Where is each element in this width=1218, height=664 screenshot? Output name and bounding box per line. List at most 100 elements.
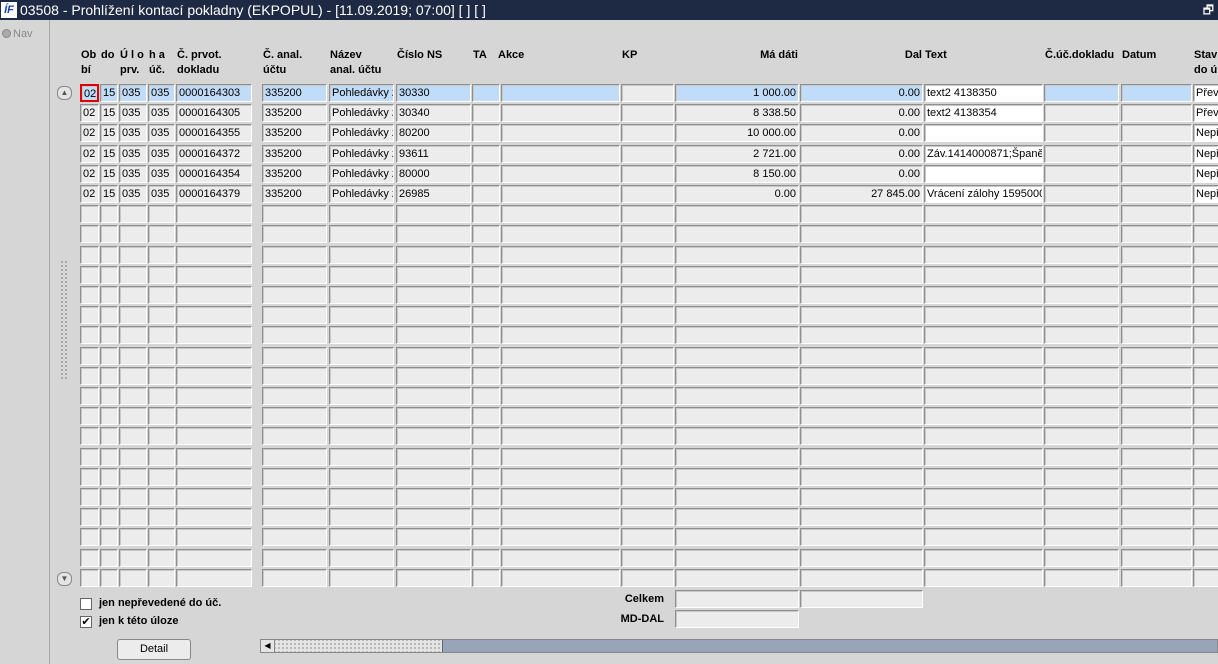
cell-kp[interactable]: [621, 165, 674, 183]
cell-md[interactable]: [675, 306, 799, 324]
cell-anal[interactable]: [262, 569, 327, 587]
horizontal-scrollbar[interactable]: ◀: [260, 639, 1218, 653]
cell-akce[interactable]: [501, 266, 620, 284]
cell-ob[interactable]: [80, 508, 99, 526]
cell-anal[interactable]: [262, 448, 327, 466]
cell-ta[interactable]: [472, 246, 500, 264]
cell-dal[interactable]: [800, 326, 923, 344]
cell-md[interactable]: [675, 448, 799, 466]
cell-ta[interactable]: [472, 205, 500, 223]
cell-md[interactable]: [675, 488, 799, 506]
cell-ha[interactable]: 035: [148, 165, 175, 183]
cell-ns[interactable]: [396, 528, 471, 546]
cell-kp[interactable]: [621, 145, 674, 163]
cell-akce[interactable]: [501, 468, 620, 486]
cell-do[interactable]: [100, 367, 118, 385]
cell-ucdok[interactable]: [1044, 266, 1119, 284]
cell-nazev[interactable]: [329, 468, 394, 486]
cell-dal[interactable]: [800, 488, 923, 506]
cell-prvot[interactable]: 0000164354: [176, 165, 252, 183]
cell-ucdok[interactable]: [1044, 246, 1119, 264]
cell-nazev[interactable]: [329, 205, 394, 223]
cell-prvot[interactable]: [176, 468, 252, 486]
cell-text[interactable]: [924, 549, 1043, 567]
cell-ucdok[interactable]: [1044, 508, 1119, 526]
cell-ob[interactable]: [80, 488, 99, 506]
cell-datum[interactable]: [1121, 367, 1192, 385]
cell-nazev[interactable]: Pohledávky z: [329, 145, 394, 163]
cell-md[interactable]: 8 338.50: [675, 104, 799, 122]
cell-text[interactable]: [924, 326, 1043, 344]
cell-anal[interactable]: [262, 367, 327, 385]
cell-anal[interactable]: [262, 225, 327, 243]
cell-kp[interactable]: [621, 407, 674, 425]
cell-ha[interactable]: [148, 347, 175, 365]
cell-md[interactable]: [675, 367, 799, 385]
cell-anal[interactable]: 335200: [262, 145, 327, 163]
cell-stav[interactable]: [1193, 468, 1218, 486]
cell-datum[interactable]: [1121, 427, 1192, 445]
cell-ulo[interactable]: [119, 407, 147, 425]
cell-ulo[interactable]: 035: [119, 165, 147, 183]
cell-stav[interactable]: [1193, 326, 1218, 344]
cell-akce[interactable]: [501, 225, 620, 243]
cell-ulo[interactable]: [119, 347, 147, 365]
cell-md[interactable]: [675, 387, 799, 405]
cell-dal[interactable]: [800, 286, 923, 304]
cell-ucdok[interactable]: [1044, 84, 1119, 102]
cell-kp[interactable]: [621, 387, 674, 405]
cell-ns[interactable]: [396, 286, 471, 304]
cell-text[interactable]: text2 4138350: [924, 84, 1043, 102]
cell-text[interactable]: Záv.1414000871;Španě: [924, 145, 1043, 163]
scroll-up-button[interactable]: ▲: [57, 86, 72, 100]
cell-do[interactable]: [100, 326, 118, 344]
cell-ns[interactable]: [396, 205, 471, 223]
cell-akce[interactable]: [501, 407, 620, 425]
cell-do[interactable]: 15: [100, 145, 118, 163]
cell-stav[interactable]: [1193, 347, 1218, 365]
cell-akce[interactable]: [501, 488, 620, 506]
cell-ob[interactable]: [80, 407, 99, 425]
cell-ta[interactable]: [472, 468, 500, 486]
cell-ta[interactable]: [472, 549, 500, 567]
cell-do[interactable]: [100, 488, 118, 506]
cell-text[interactable]: [924, 448, 1043, 466]
cell-md[interactable]: [675, 246, 799, 264]
cell-ob[interactable]: [80, 549, 99, 567]
cell-datum[interactable]: [1121, 246, 1192, 264]
cell-datum[interactable]: [1121, 387, 1192, 405]
cell-md[interactable]: [675, 286, 799, 304]
cell-akce[interactable]: [501, 165, 620, 183]
cell-nazev[interactable]: [329, 347, 394, 365]
cell-akce[interactable]: [501, 246, 620, 264]
cell-nazev[interactable]: Pohledávky z: [329, 124, 394, 142]
cell-akce[interactable]: [501, 448, 620, 466]
cell-do[interactable]: [100, 266, 118, 284]
cell-ta[interactable]: [472, 84, 500, 102]
cell-ucdok[interactable]: [1044, 488, 1119, 506]
cell-stav[interactable]: Nepř: [1193, 165, 1218, 183]
cell-nazev[interactable]: Pohledávky z: [329, 84, 394, 102]
cell-nazev[interactable]: Pohledávky z: [329, 165, 394, 183]
cell-ob[interactable]: [80, 387, 99, 405]
cell-prvot[interactable]: [176, 306, 252, 324]
cell-ns[interactable]: 93611: [396, 145, 471, 163]
cell-prvot[interactable]: [176, 225, 252, 243]
cell-ulo[interactable]: [119, 266, 147, 284]
cell-ob[interactable]: [80, 528, 99, 546]
cell-anal[interactable]: 335200: [262, 84, 327, 102]
cell-do[interactable]: 15: [100, 185, 118, 203]
cell-stav[interactable]: Nepř: [1193, 185, 1218, 203]
cell-dal[interactable]: [800, 347, 923, 365]
cell-text[interactable]: [924, 225, 1043, 243]
cell-datum[interactable]: [1121, 407, 1192, 425]
cell-ta[interactable]: [472, 427, 500, 445]
cell-nazev[interactable]: [329, 407, 394, 425]
cell-anal[interactable]: [262, 407, 327, 425]
cell-stav[interactable]: Přev: [1193, 104, 1218, 122]
cell-text[interactable]: [924, 528, 1043, 546]
cell-md[interactable]: [675, 347, 799, 365]
cell-ha[interactable]: [148, 508, 175, 526]
cell-prvot[interactable]: [176, 266, 252, 284]
cell-ns[interactable]: [396, 306, 471, 324]
